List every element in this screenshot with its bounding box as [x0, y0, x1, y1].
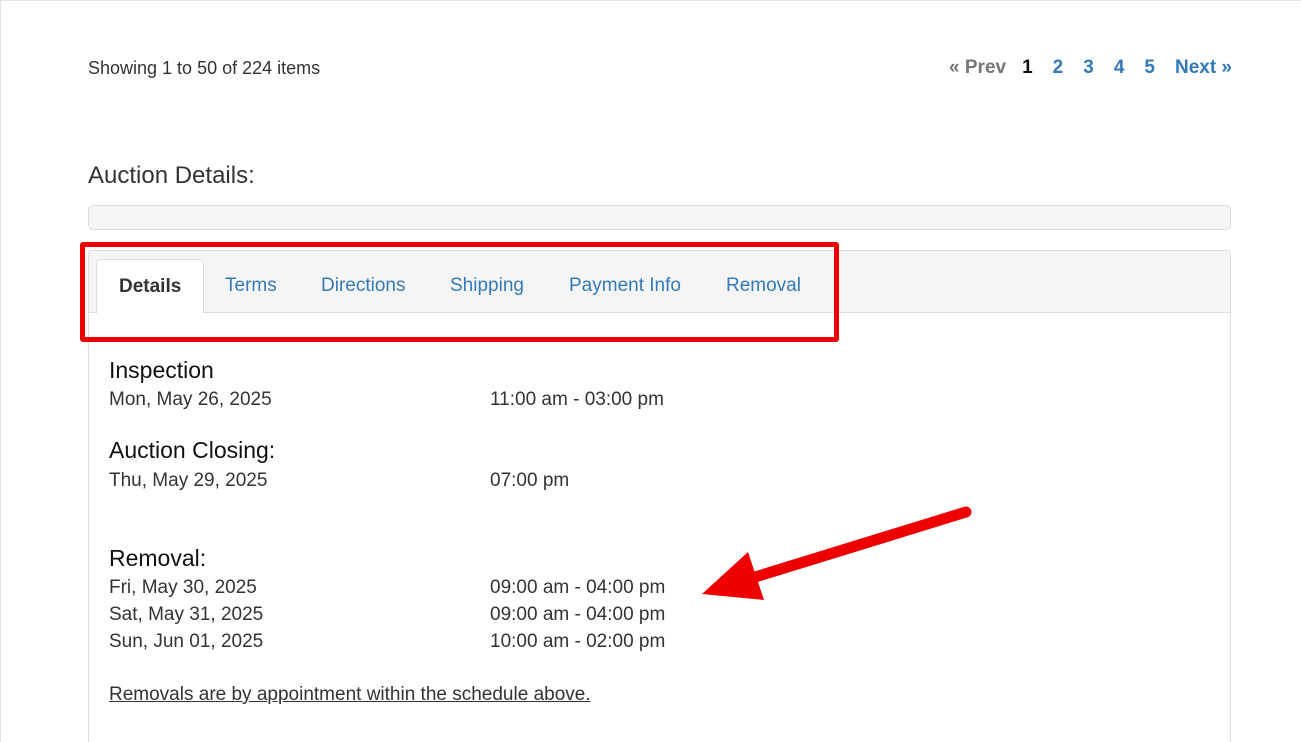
- arrow-annotation-icon: [702, 506, 972, 600]
